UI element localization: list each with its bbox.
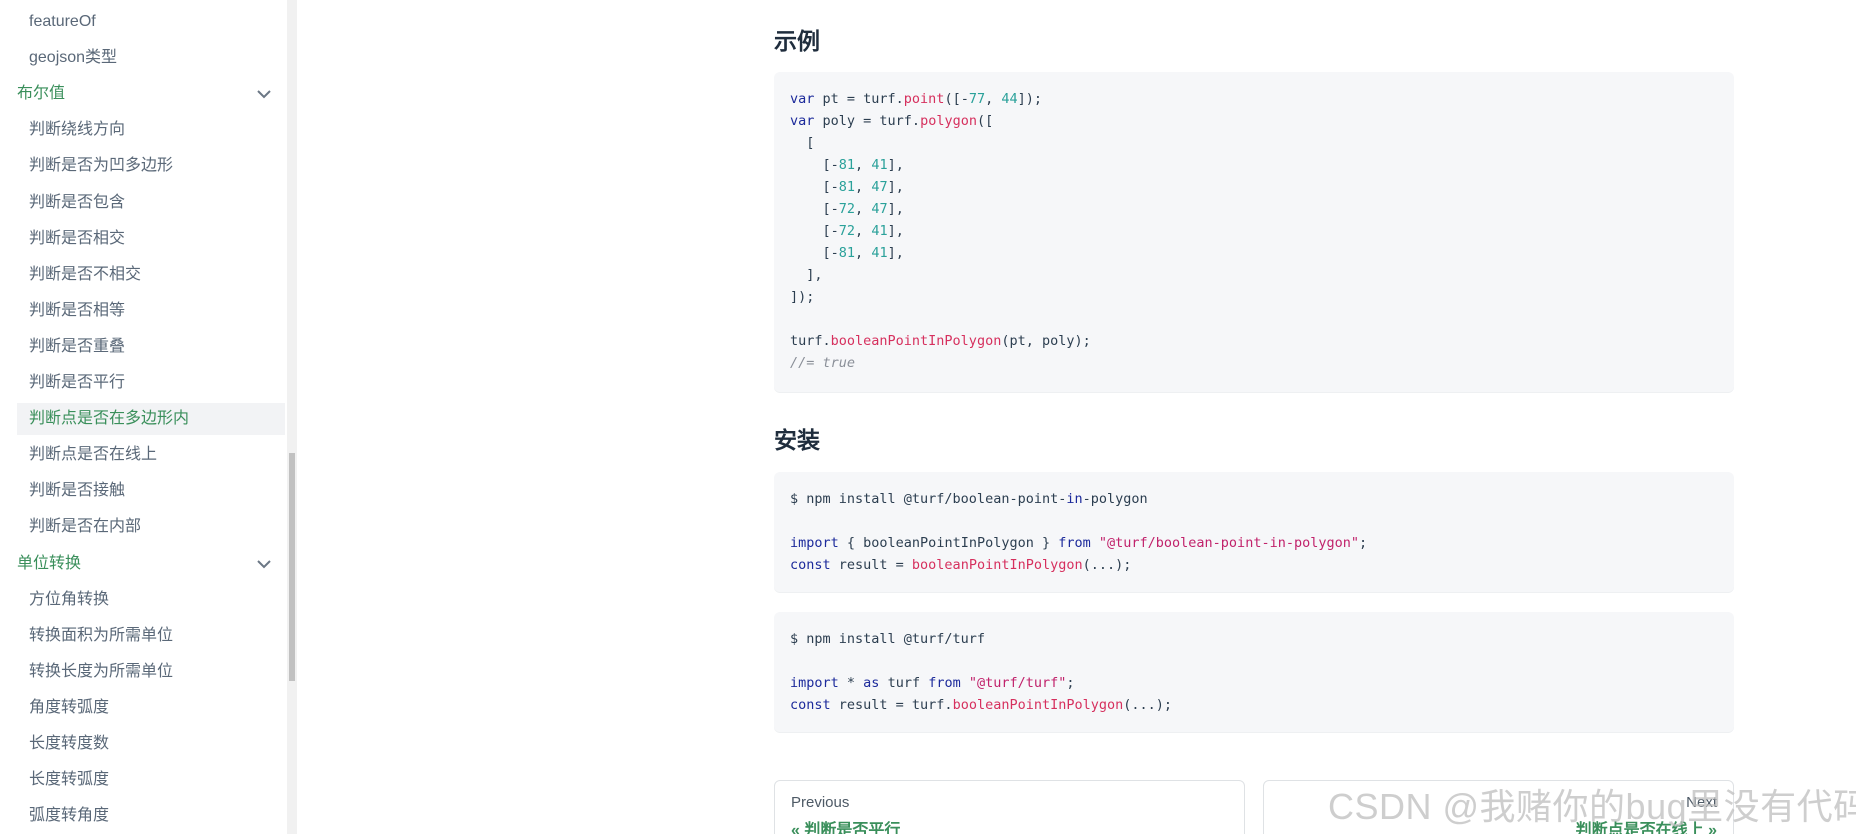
previous-page-title[interactable]: « 判断是否平行 [791,816,900,834]
sidebar-item-label: 判断是否为凹多边形 [29,157,174,174]
sidebar-scrollbar-thumb[interactable] [289,453,295,681]
previous-label: Previous [791,794,850,811]
sidebar-item[interactable]: 判断是否重叠 [29,331,125,363]
sidebar-item-label: 角度转弧度 [29,699,110,716]
sidebar-item-label: 长度转度数 [29,735,110,752]
sidebar-item[interactable]: 转换长度为所需单位 [29,656,173,688]
sidebar-item[interactable]: 转换面积为所需单位 [29,620,173,652]
sidebar-item-label: 判断绕线方向 [29,121,126,138]
sidebar-item-label: featureOf [29,13,96,30]
sidebar-item[interactable]: 长度转弧度 [29,764,109,796]
sidebar-item[interactable]: 判断是否包含 [29,187,125,219]
install-heading: 安装 [774,428,820,454]
sidebar-item[interactable]: 判断是否平行 [29,367,125,399]
chevron-down-icon[interactable] [256,556,272,572]
previous-page-link[interactable]: Previous « 判断是否平行 [774,780,1245,834]
sidebar-group[interactable]: 布尔值 [17,78,277,110]
sidebar-item-label: 弧度转角度 [29,807,110,824]
example-code-block: var pt = turf.point([-77, 44]); var poly… [774,72,1734,392]
example-heading: 示例 [774,29,820,55]
chevron-down-icon[interactable] [256,86,272,102]
sidebar-item-label: 判断点是否在线上 [29,446,158,463]
install-code-block-2: $ npm install @turf/turf import * as tur… [774,612,1734,732]
sidebar-item-label: 判断是否在内部 [29,518,142,535]
sidebar-item-label: 转换面积为所需单位 [29,627,174,644]
sidebar-item-label: 判断是否平行 [29,374,126,391]
sidebar-item-label: 单位转换 [17,555,82,572]
sidebar-scrollbar-track[interactable] [287,0,297,834]
sidebar-item[interactable]: 角度转弧度 [29,692,109,724]
sidebar-item-label: 长度转弧度 [29,771,110,788]
sidebar-item[interactable]: 长度转度数 [29,728,109,760]
sidebar-group[interactable]: 单位转换 [17,548,277,580]
sidebar-item[interactable]: 判断是否在内部 [29,511,141,543]
sidebar-item[interactable]: 判断绕线方向 [29,114,125,146]
sidebar-item[interactable]: 判断是否相等 [29,295,125,327]
sidebar-item-label: 判断是否包含 [29,194,126,211]
sidebar-item-label: 方位角转换 [29,591,110,608]
install-code-block-1: $ npm install @turf/boolean-point-in-pol… [774,472,1734,592]
sidebar-item-label: 判断是否相交 [29,230,126,247]
main-content: 示例 var pt = turf.point([-77, 44]); var p… [297,0,1856,834]
sidebar-item[interactable]: geojson类型 [29,42,117,74]
sidebar-item[interactable]: featureOf [29,6,96,38]
sidebar-item-label: 判断点是否在多边形内 [29,410,190,427]
sidebar-item[interactable]: 弧度转角度 [29,800,109,832]
sidebar-item[interactable]: 判断是否相交 [29,223,125,255]
sidebar-item[interactable]: 判断是否不相交 [29,259,141,291]
sidebar-item[interactable]: 判断点是否在线上 [29,439,157,471]
sidebar-item[interactable]: 方位角转换 [29,584,109,616]
sidebar-item-label: 判断是否不相交 [29,266,142,283]
sidebar-item[interactable]: 判断是否为凹多边形 [29,150,173,182]
sidebar-item-active[interactable]: 判断点是否在多边形内 [17,403,285,435]
sidebar: featureOf geojson类型布尔值判断绕线方向判断是否为凹多边形 判断是否… [0,0,286,834]
sidebar-item-label: 判断是否重叠 [29,338,126,355]
sidebar-item-label: 转换长度为所需单位 [29,663,174,680]
sidebar-item-label: 判断是否接触 [29,482,126,499]
example-code: var pt = turf.point([-77, 44]); var poly… [790,91,1091,371]
install-code-2: $ npm install @turf/turf import * as tur… [790,631,1173,713]
sidebar-item-label: geojson类型 [29,49,118,66]
sidebar-item-label: 判断是否相等 [29,302,126,319]
watermark: CSDN @我赌你的bug里没有代码 [1328,786,1856,827]
install-code-1: $ npm install @turf/boolean-point-in-pol… [790,491,1368,573]
sidebar-item[interactable]: 判断是否接触 [29,475,125,507]
sidebar-item-label: 布尔值 [17,85,66,102]
